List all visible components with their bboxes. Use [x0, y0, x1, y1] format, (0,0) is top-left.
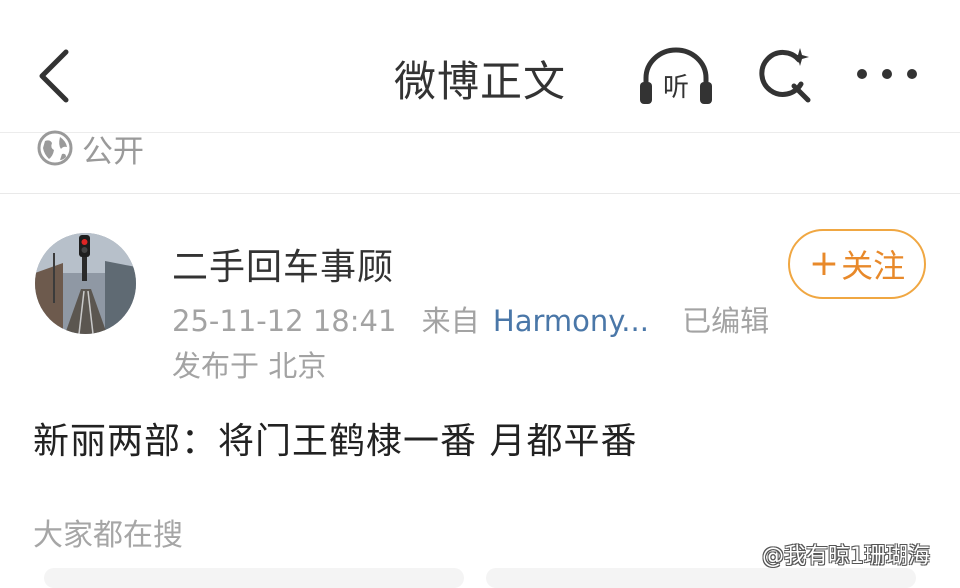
post-meta: 25-11-12 18:41 来自 Harmony... 已编辑: [172, 298, 769, 340]
timestamp: 25-11-12 18:41: [172, 304, 397, 338]
follow-label: 关注: [841, 247, 906, 285]
post-text: 新丽两部：将门王鹤棣一番 月都平番: [33, 421, 638, 462]
trending-card[interactable]: [486, 568, 916, 588]
source-link[interactable]: Harmony...: [493, 304, 649, 338]
plus-icon: +: [808, 243, 840, 284]
trending-card[interactable]: [44, 568, 464, 588]
edited-label[interactable]: 已编辑: [682, 304, 769, 338]
back-button[interactable]: [28, 44, 88, 108]
section-divider: [0, 193, 960, 194]
from-label: 来自: [421, 304, 480, 338]
avatar[interactable]: [35, 233, 136, 334]
search-icon: [759, 48, 811, 103]
follow-button[interactable]: + 关注: [788, 229, 926, 299]
more-dots-icon: [857, 69, 917, 79]
visibility-label: 公开: [82, 133, 144, 170]
chevron-left-icon: [39, 49, 69, 103]
header-divider: [0, 132, 960, 133]
visibility-row: 公开: [36, 126, 144, 170]
top-bar: 微博正文 听: [0, 0, 960, 132]
watermark: @我有晾1珊瑚海: [762, 544, 930, 569]
listen-label: 听: [663, 73, 689, 103]
page-title: 微博正文: [393, 57, 566, 106]
search-button[interactable]: [752, 44, 814, 106]
location: 发布于 北京: [172, 349, 327, 383]
more-button[interactable]: [852, 52, 922, 96]
listen-button[interactable]: 听: [636, 42, 716, 108]
globe-icon: [37, 130, 73, 166]
author-name[interactable]: 二手回车事顾: [172, 238, 394, 290]
avatar-image: [35, 233, 136, 334]
headphones-icon: 听: [640, 47, 712, 104]
trending-section-label: 大家都在搜: [33, 518, 183, 553]
